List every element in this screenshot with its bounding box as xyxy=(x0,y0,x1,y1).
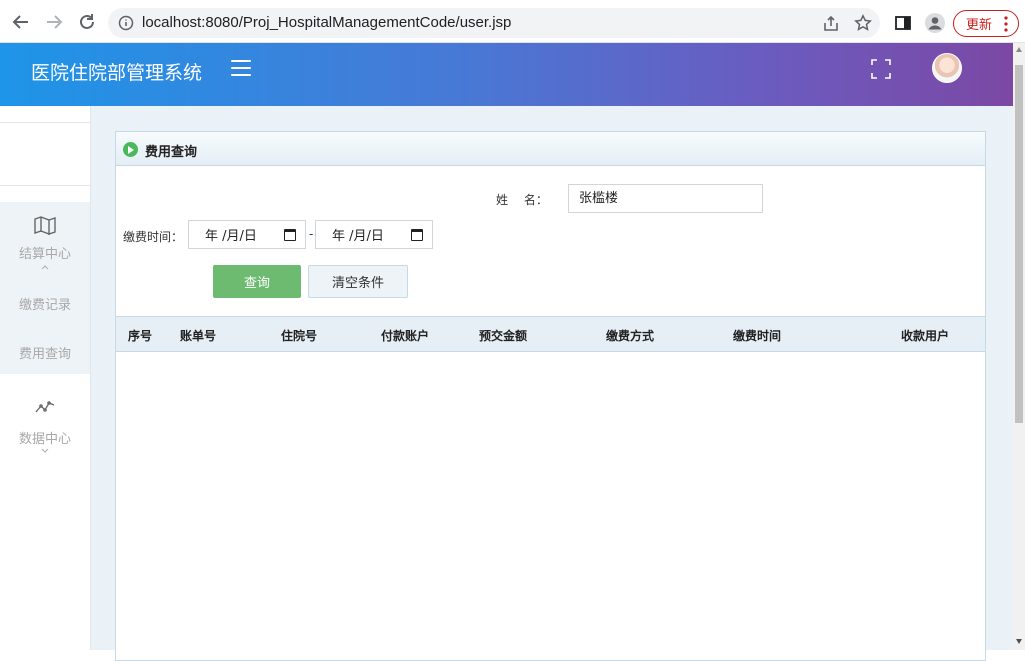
app-title: 医院住院部管理系统 xyxy=(31,62,203,84)
calendar-icon[interactable] xyxy=(284,229,296,241)
start-date-placeholder: 年 /月/日 xyxy=(205,229,257,244)
start-date-input[interactable]: 年 /月/日 xyxy=(188,220,306,249)
column-header: 住院号 xyxy=(281,329,318,343)
sidebar: 结算中心 缴费记录 费用查询 数据中心 xyxy=(0,106,91,650)
column-header: 序号 xyxy=(128,329,153,343)
name-input[interactable]: 张槛楼 xyxy=(568,184,763,213)
info-icon[interactable] xyxy=(118,15,134,31)
date-separator: - xyxy=(309,227,314,241)
query-button[interactable]: 查询 xyxy=(213,265,301,298)
main-content: 费用查询 姓 名： 张槛楼 缴费时间： 年 /月/日 - 年 /月/日 查询 清… xyxy=(91,106,1013,661)
sidebar-item-payment-records[interactable]: 缴费记录 xyxy=(0,294,90,313)
divider xyxy=(0,185,90,186)
name-label: 姓 名： xyxy=(496,193,548,207)
page-scrollbar[interactable] xyxy=(1013,43,1025,650)
user-avatar[interactable] xyxy=(932,53,962,83)
panel-header: 费用查询 xyxy=(116,132,985,166)
scrollbar-thumb[interactable] xyxy=(1015,65,1023,423)
update-button[interactable]: 更新 xyxy=(953,10,1019,37)
sidebar-item-data-center[interactable]: 数据中心 xyxy=(0,428,90,447)
scroll-down-icon[interactable] xyxy=(1016,639,1022,644)
back-button[interactable] xyxy=(9,10,33,34)
column-header: 付款账户 xyxy=(381,329,430,343)
reload-button[interactable] xyxy=(75,10,99,34)
fullscreen-icon[interactable] xyxy=(871,59,891,79)
end-date-input[interactable]: 年 /月/日 xyxy=(315,220,433,249)
sidebar-item-fee-query[interactable]: 费用查询 xyxy=(0,343,90,362)
line-chart-icon xyxy=(35,401,55,413)
play-circle-icon xyxy=(123,142,138,157)
chevron-down-icon[interactable] xyxy=(41,448,49,454)
payment-time-label: 缴费时间： xyxy=(123,230,184,244)
sidebar-item-settlement-center[interactable]: 结算中心 xyxy=(0,243,90,262)
browser-toolbar: localhost:8080/Proj_HospitalManagementCo… xyxy=(0,0,1025,43)
profile-icon[interactable] xyxy=(924,12,946,34)
fee-query-panel: 费用查询 姓 名： 张槛楼 缴费时间： 年 /月/日 - 年 /月/日 查询 清… xyxy=(115,131,986,661)
panel-title: 费用查询 xyxy=(145,145,198,160)
map-icon xyxy=(34,216,56,235)
column-header: 预交金额 xyxy=(479,329,528,343)
scroll-up-icon[interactable] xyxy=(1016,47,1022,52)
back-arrow-icon xyxy=(12,15,28,29)
clear-conditions-button[interactable]: 清空条件 xyxy=(308,265,408,298)
side-panel-icon[interactable] xyxy=(894,14,912,32)
share-icon[interactable] xyxy=(822,15,840,33)
column-header: 账单号 xyxy=(180,329,217,343)
column-header: 缴费时间 xyxy=(733,329,782,343)
more-menu-icon xyxy=(1004,16,1008,32)
end-date-placeholder: 年 /月/日 xyxy=(332,229,384,244)
update-label: 更新 xyxy=(966,18,993,33)
reload-icon xyxy=(80,14,94,29)
hamburger-menu-icon[interactable] xyxy=(231,60,251,78)
app-header: 医院住院部管理系统 xyxy=(0,43,1013,106)
address-bar[interactable]: localhost:8080/Proj_HospitalManagementCo… xyxy=(108,8,880,38)
forward-button[interactable] xyxy=(42,10,66,34)
table-header: 序号 账单号 住院号 付款账户 预交金额 缴费方式 缴费时间 收款用户 xyxy=(116,316,985,352)
chevron-up-icon[interactable] xyxy=(41,264,49,270)
divider xyxy=(0,122,90,123)
forward-arrow-icon xyxy=(47,15,63,29)
calendar-icon[interactable] xyxy=(411,229,423,241)
column-header: 收款用户 xyxy=(901,329,950,343)
star-icon[interactable] xyxy=(854,14,872,32)
column-header: 缴费方式 xyxy=(606,329,655,343)
url-text: localhost:8080/Proj_HospitalManagementCo… xyxy=(142,14,512,31)
